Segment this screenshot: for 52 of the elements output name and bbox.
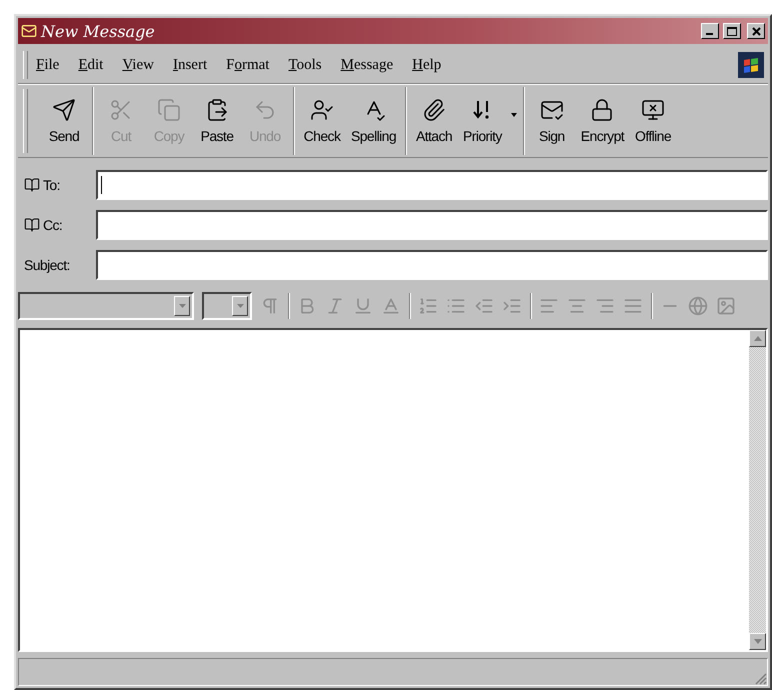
menu-item[interactable]: File <box>36 56 60 74</box>
windows-logo-icon <box>738 52 764 78</box>
toolbar-button[interactable]: Send <box>40 87 88 155</box>
scrollbar[interactable] <box>749 330 766 650</box>
toolbar-button[interactable]: Priority <box>458 87 507 155</box>
up-arrow-icon <box>754 336 762 341</box>
field-label: To: <box>43 177 60 193</box>
address-book-icon[interactable] <box>24 217 40 233</box>
menu-item[interactable]: Help <box>412 56 442 74</box>
minimize-button[interactable] <box>701 23 719 39</box>
menu-item[interactable]: View <box>122 56 154 74</box>
envelope-icon <box>21 23 37 39</box>
maximize-icon <box>727 26 737 36</box>
send-icon <box>52 98 76 122</box>
toolbar-button[interactable]: Spelling <box>346 87 402 155</box>
scroll-up-button[interactable] <box>749 330 766 347</box>
menu-item[interactable]: Tools <box>288 56 322 74</box>
font-color-icon[interactable] <box>381 296 401 316</box>
menu-item[interactable]: Insert <box>172 56 208 74</box>
input-field[interactable] <box>96 170 768 200</box>
globe-icon[interactable] <box>688 296 708 316</box>
toolbar-button[interactable]: Offline <box>629 87 678 155</box>
field-label: Cc: <box>43 217 62 233</box>
copy-icon <box>157 98 181 122</box>
menu-item[interactable]: Format <box>226 56 270 74</box>
underline-icon[interactable] <box>353 296 373 316</box>
monitor-x-icon <box>641 98 666 122</box>
resize-grip-icon[interactable] <box>755 673 767 685</box>
menu-item[interactable]: Message <box>340 56 394 74</box>
numbered-list-icon[interactable] <box>418 296 438 316</box>
toolbar-button[interactable]: Check <box>298 87 346 155</box>
caret-icon[interactable] <box>510 113 517 117</box>
down-arrow-icon <box>754 639 762 644</box>
size-dropdown[interactable] <box>202 292 252 320</box>
maximize-button[interactable] <box>723 23 741 39</box>
toolbar-button[interactable]: Paste <box>193 87 241 155</box>
toolbar-button[interactable]: Encrypt <box>576 87 630 155</box>
close-icon <box>752 26 760 36</box>
close-button[interactable] <box>747 23 765 39</box>
paperclip-icon <box>422 98 446 122</box>
window-title: New Message <box>41 22 156 40</box>
image-icon[interactable] <box>716 296 736 316</box>
lock-icon <box>590 98 614 122</box>
input-field[interactable] <box>96 250 768 280</box>
input-field[interactable] <box>96 210 768 240</box>
menu-item[interactable]: Edit <box>78 56 104 74</box>
toolbar-button[interactable]: Attach <box>410 87 458 155</box>
user-check-icon <box>310 98 334 122</box>
toolbar-button[interactable]: Sign <box>528 87 576 155</box>
field-label: Subject: <box>24 257 70 273</box>
scroll-down-button[interactable] <box>749 633 766 650</box>
address-book-icon[interactable] <box>24 177 40 193</box>
